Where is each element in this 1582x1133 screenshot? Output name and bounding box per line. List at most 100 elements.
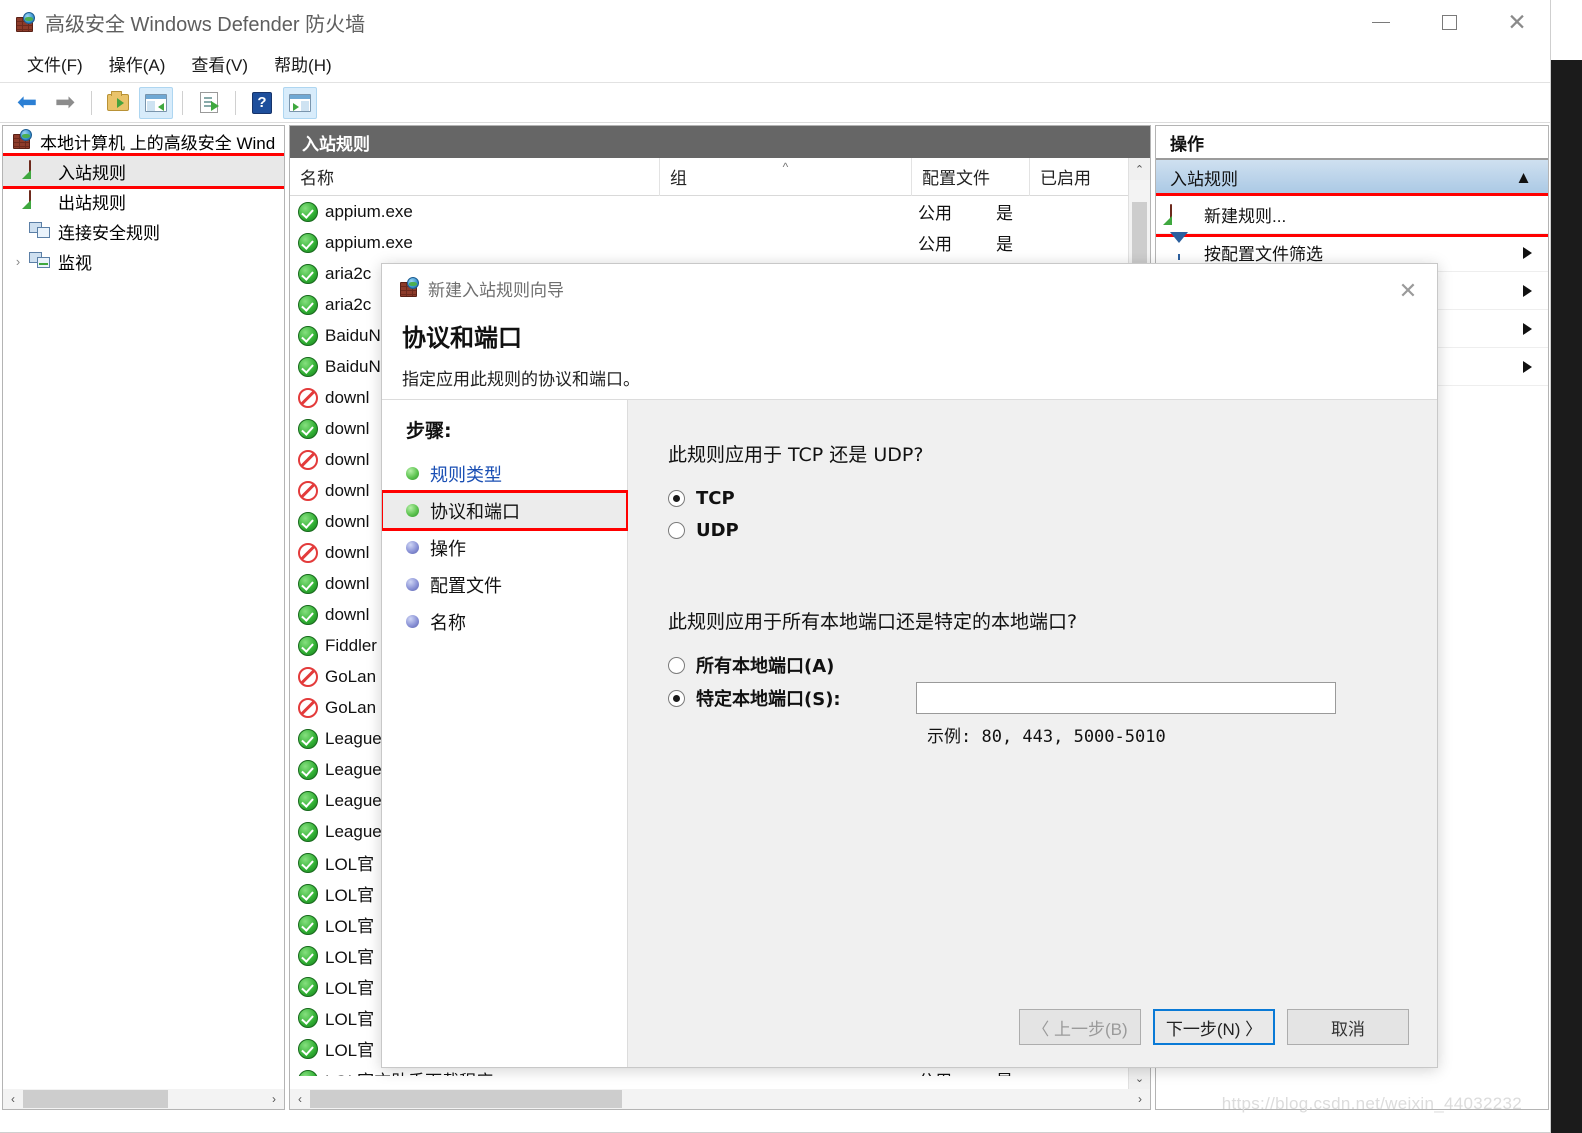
desktop-background: [1551, 0, 1582, 1133]
firewall-globe-icon: [398, 277, 420, 299]
scroll-track[interactable]: [310, 1089, 1130, 1109]
rule-name-label: downl: [325, 418, 370, 438]
chevron-right-icon[interactable]: ›: [11, 254, 25, 269]
scroll-down-button[interactable]: ⌄: [1129, 1067, 1150, 1089]
rule-name-label: aria2c: [325, 263, 372, 283]
forward-button[interactable]: ➡: [48, 87, 82, 119]
list-horizontal-scrollbar[interactable]: ‹ ›: [290, 1089, 1150, 1109]
submenu-arrow-icon[interactable]: [1523, 322, 1532, 335]
radio-specific-ports-label: 特定本地端口(S):: [696, 689, 841, 710]
show-hide-tree-button[interactable]: [139, 86, 173, 119]
allow-rule-icon: [298, 1007, 318, 1028]
wizard-step-protocol-and-ports[interactable]: 协议和端口: [382, 490, 629, 531]
allow-rule-icon: [298, 356, 318, 377]
radio-tcp[interactable]: TCP: [668, 483, 1437, 513]
close-button[interactable]: ✕: [1483, 0, 1550, 45]
submenu-arrow-icon[interactable]: [1523, 284, 1532, 297]
specific-ports-input[interactable]: [916, 682, 1336, 714]
maximize-button[interactable]: [1415, 0, 1483, 45]
rule-name-label: LOL官: [325, 979, 375, 998]
radio-udp-indicator[interactable]: [668, 521, 685, 539]
allow-rule-icon: [298, 1038, 318, 1059]
show-action-pane-button[interactable]: [283, 86, 317, 119]
dialog-body: 步骤: 规则类型 协议和端口 操作 配置文件 名称 此规则应用于 TCP 还是 …: [382, 399, 1437, 1067]
back-button[interactable]: 〈 上一步(B): [1019, 1009, 1141, 1045]
submenu-arrow-icon[interactable]: [1523, 360, 1532, 373]
rule-name-label: downl: [325, 542, 370, 562]
column-profile[interactable]: 配置文件: [912, 157, 1030, 196]
menu-file[interactable]: 文件(F): [14, 48, 96, 79]
table-row[interactable]: appium.exe 公用 是: [290, 196, 1150, 227]
rule-name-label: LOL官: [325, 1010, 375, 1029]
scroll-track[interactable]: [23, 1089, 264, 1109]
window-title: 高级安全 Windows Defender 防火墙: [45, 14, 366, 36]
rule-name-label: BaiduN: [325, 325, 381, 345]
allow-rule-icon: [298, 201, 318, 222]
minimize-button[interactable]: [1347, 0, 1415, 45]
up-folder-button[interactable]: [101, 87, 135, 119]
allow-rule-icon: [298, 759, 318, 780]
tree-horizontal-scrollbar[interactable]: ‹ ›: [3, 1089, 284, 1109]
help-button[interactable]: ?: [245, 87, 279, 119]
menu-view[interactable]: 查看(V): [178, 48, 261, 79]
sidebar-item-outbound-rules[interactable]: 出站规则: [3, 186, 284, 216]
column-profile-label: 配置文件: [922, 169, 990, 188]
list-column-headers: 名称 组 ^ 配置文件 已启用: [290, 157, 1150, 196]
menu-action[interactable]: 操作(A): [96, 48, 179, 79]
radio-all-local-ports[interactable]: 所有本地端口(A): [668, 650, 1437, 680]
column-group[interactable]: 组 ^: [660, 157, 912, 196]
tree-root-item[interactable]: 本地计算机 上的高级安全 Wind: [3, 126, 284, 156]
column-enabled[interactable]: 已启用: [1030, 158, 1130, 196]
menu-help[interactable]: 帮助(H): [261, 48, 345, 79]
scroll-right-button[interactable]: ›: [1130, 1089, 1150, 1109]
sidebar-item-connection-security-rules[interactable]: 连接安全规则: [3, 216, 284, 246]
scroll-right-button[interactable]: ›: [264, 1089, 284, 1109]
scroll-left-button[interactable]: ‹: [290, 1089, 310, 1109]
chevron-up-icon[interactable]: ▲: [1515, 168, 1532, 188]
sidebar-item-label: 入站规则: [58, 163, 126, 183]
radio-all-ports-indicator[interactable]: [668, 656, 685, 674]
allow-rule-icon: [298, 294, 318, 315]
block-rule-icon: [298, 449, 318, 470]
radio-tcp-indicator[interactable]: [668, 489, 685, 507]
sidebar-item-inbound-rules[interactable]: 入站规则: [3, 153, 284, 189]
ports-question: 此规则应用于所有本地端口还是特定的本地端口?: [668, 611, 1078, 633]
wizard-step-profile[interactable]: 配置文件: [382, 566, 627, 603]
step-bullet-icon: [406, 578, 419, 591]
column-name[interactable]: 名称: [290, 157, 660, 196]
scroll-thumb[interactable]: [23, 1090, 168, 1108]
rule-name-label: GoLan: [325, 697, 377, 717]
submenu-arrow-icon[interactable]: [1523, 246, 1532, 259]
scroll-thumb[interactable]: [310, 1090, 622, 1108]
dialog-close-button[interactable]: ✕: [1393, 276, 1423, 306]
action-new-rule[interactable]: 新建规则...: [1156, 193, 1548, 237]
wizard-step-rule-type[interactable]: 规则类型: [382, 455, 627, 492]
actions-section-inbound-rules[interactable]: 入站规则 ▲: [1156, 160, 1548, 196]
back-button[interactable]: ⬅: [10, 87, 44, 119]
radio-specific-local-ports[interactable]: 特定本地端口(S):: [668, 685, 916, 711]
export-list-button[interactable]: [192, 87, 226, 119]
wizard-step-action[interactable]: 操作: [382, 529, 627, 566]
allow-rule-icon: [298, 635, 318, 656]
sidebar-item-label: 出站规则: [58, 193, 126, 213]
cancel-button[interactable]: 取消: [1287, 1009, 1409, 1045]
radio-udp-label: UDP: [696, 519, 739, 541]
outbound-rules-icon: [22, 190, 51, 211]
step-label: 配置文件: [430, 575, 502, 596]
radio-specific-ports-indicator[interactable]: [668, 689, 685, 707]
rule-name-label: LOL官: [325, 1041, 375, 1060]
sidebar-item-monitoring[interactable]: › 监视: [3, 246, 284, 276]
radio-udp[interactable]: UDP: [668, 515, 1437, 545]
table-row[interactable]: appium.exe 公用 是: [290, 227, 1150, 258]
cell-profile: 公用: [918, 204, 952, 223]
allow-rule-icon: [298, 511, 318, 532]
scroll-up-button[interactable]: ⌃: [1129, 158, 1150, 180]
allow-rule-icon: [298, 263, 318, 284]
step-label: 协议和端口: [430, 501, 520, 522]
rule-name-label: League: [325, 821, 382, 841]
wizard-step-name[interactable]: 名称: [382, 603, 627, 640]
next-button[interactable]: 下一步(N) 〉: [1153, 1009, 1275, 1045]
title-bar: 高级安全 Windows Defender 防火墙 ✕: [0, 0, 1550, 45]
background-highlight: [1551, 0, 1582, 60]
scroll-left-button[interactable]: ‹: [3, 1089, 23, 1109]
